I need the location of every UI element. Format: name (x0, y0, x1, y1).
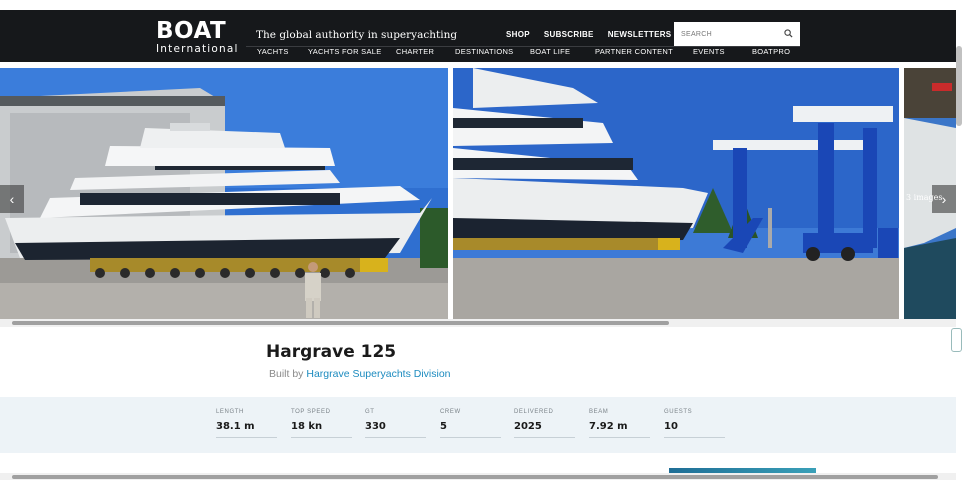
nav-boat-life[interactable]: BOAT LIFE (530, 47, 570, 56)
spec-label: DELIVERED (514, 409, 554, 415)
nav-destinations[interactable]: DESTINATIONS (455, 47, 513, 56)
spec-divider (291, 437, 352, 438)
nav-yachts-for-sale[interactable]: YACHTS FOR SALE (308, 47, 382, 56)
spec-divider (365, 437, 426, 438)
boat-international-logo[interactable]: BOAT International (156, 19, 239, 55)
spec-divider (216, 437, 277, 438)
search-icon[interactable] (784, 29, 793, 38)
gallery-photo-1[interactable] (0, 68, 448, 319)
nav-yachts[interactable]: YACHTS (257, 47, 289, 56)
site-tagline: The global authority in superyachting (256, 29, 458, 41)
photo-gallery[interactable]: ‹ › 3 images (0, 68, 956, 319)
spec-value: 7.92 m (589, 421, 628, 432)
image-count: 3 images (906, 193, 943, 202)
top-links: SHOP SUBSCRIBE NEWSLETTERS (506, 30, 685, 39)
spec-value: 18 kn (291, 421, 323, 432)
yacht-name: Hargrave 125 (266, 342, 397, 362)
spec-label: LENGTH (216, 409, 244, 415)
page-horizontal-scrollbar-thumb[interactable] (12, 475, 938, 479)
newsletters-link[interactable]: NEWSLETTERS (608, 30, 672, 39)
spec-divider (589, 437, 650, 438)
subscribe-link[interactable]: SUBSCRIBE (544, 30, 594, 39)
spec-divider (514, 437, 575, 438)
builder-link[interactable]: Hargrave Superyachts Division (306, 368, 450, 380)
spec-label: TOP SPEED (291, 409, 331, 415)
spec-label: GT (365, 409, 375, 415)
spec-value: 330 (365, 421, 386, 432)
spec-top-speed: TOP SPEED 18 kn (291, 409, 352, 438)
nav-events[interactable]: EVENTS (693, 47, 725, 56)
site-header: BOAT International The global authority … (0, 10, 956, 62)
spec-divider (440, 437, 501, 438)
spec-value: 10 (664, 421, 678, 432)
spec-beam: BEAM 7.92 m (589, 409, 650, 438)
page-horizontal-scrollbar[interactable] (0, 473, 956, 480)
built-by-line: Built by Hargrave Superyachts Division (269, 368, 451, 380)
nav-charter[interactable]: CHARTER (396, 47, 434, 56)
spec-guests: GUESTS 10 (664, 409, 725, 438)
chevron-left-icon: ‹ (9, 191, 15, 207)
spec-label: BEAM (589, 409, 609, 415)
spec-value: 5 (440, 421, 447, 432)
spec-label: CREW (440, 409, 461, 415)
logo-main-text: BOAT (156, 18, 227, 44)
gallery-scrollbar[interactable] (0, 319, 956, 327)
spec-divider (664, 437, 725, 438)
spec-delivered: DELIVERED 2025 (514, 409, 575, 438)
gallery-photo-2[interactable] (453, 68, 899, 319)
nav-partner-content[interactable]: PARTNER CONTENT (595, 47, 673, 56)
shop-link[interactable]: SHOP (506, 30, 530, 39)
spec-crew: CREW 5 (440, 409, 501, 438)
search-box (674, 22, 800, 46)
built-by-prefix: Built by (269, 368, 304, 380)
spec-value: 2025 (514, 421, 542, 432)
page-scrollbar-thumb[interactable] (956, 46, 962, 126)
spec-label: GUESTS (664, 409, 693, 415)
side-widget-icon[interactable] (951, 328, 962, 352)
spec-value: 38.1 m (216, 421, 255, 432)
gallery-prev-button[interactable]: ‹ (0, 185, 24, 213)
nav-boatpro[interactable]: BOATPRO (752, 47, 790, 56)
logo-sub-text: International (156, 43, 239, 55)
specs-band: LENGTH 38.1 m TOP SPEED 18 kn GT 330 CRE… (0, 397, 956, 453)
search-input[interactable] (674, 22, 774, 46)
spec-length: LENGTH 38.1 m (216, 409, 277, 438)
gallery-scrollbar-thumb[interactable] (12, 321, 669, 325)
spec-gt: GT 330 (365, 409, 426, 438)
